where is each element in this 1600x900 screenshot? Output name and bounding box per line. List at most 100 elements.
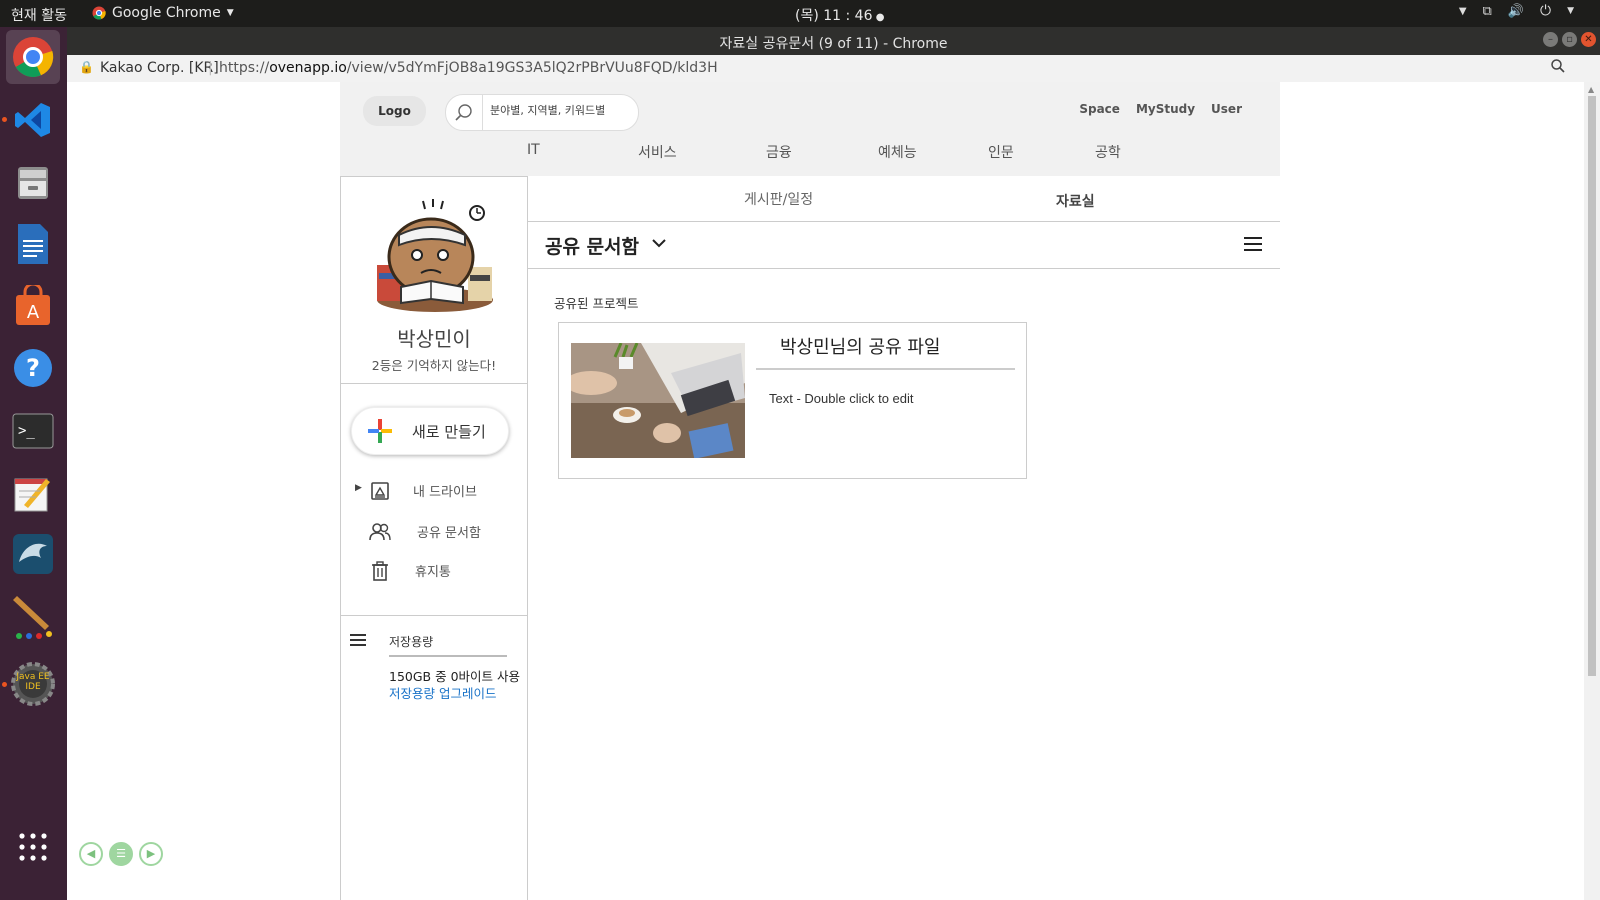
svg-text:>_: >_ bbox=[18, 423, 35, 439]
clock[interactable]: (목) 11 : 46 ● bbox=[795, 5, 884, 25]
dock-chrome[interactable] bbox=[6, 30, 60, 84]
category-finance[interactable]: 금융 bbox=[766, 142, 792, 162]
dropdown-icon[interactable]: ▼ bbox=[1459, 6, 1467, 17]
dock-vscode[interactable] bbox=[6, 93, 60, 147]
page-viewport: Logo Space MyStudy User IT 서비스 금융 예체능 인문… bbox=[67, 82, 1584, 900]
category-service[interactable]: 서비스 bbox=[638, 142, 677, 162]
volume-icon[interactable]: 🔊 bbox=[1508, 4, 1524, 19]
site-logo[interactable]: Logo bbox=[363, 96, 426, 126]
card-divider bbox=[756, 368, 1015, 370]
storage-upgrade-link[interactable]: 저장용량 업그레이드 bbox=[389, 683, 496, 702]
content-tabs: 게시판/일정 자료실 bbox=[527, 177, 1280, 222]
java-ee-label: Java EE bbox=[16, 672, 50, 682]
category-engineering[interactable]: 공학 bbox=[1095, 142, 1121, 162]
file-cabinet-icon bbox=[18, 167, 48, 199]
shared-project-card[interactable]: 박상민님의 공유 파일 Text - Double click to edit bbox=[558, 322, 1027, 479]
dock-writer[interactable] bbox=[6, 217, 60, 271]
category-it[interactable]: IT bbox=[527, 142, 540, 158]
sidebar-item-my-drive[interactable]: ▶ 내 드라이브 bbox=[341, 477, 527, 503]
search-box[interactable] bbox=[445, 94, 639, 131]
lock-icon[interactable]: 🔒 bbox=[79, 60, 94, 74]
profile-name: 박상민이 bbox=[397, 327, 471, 351]
window-titlebar[interactable]: 자료실 공유문서 (9 of 11) - Chrome – ▫ ✕ bbox=[67, 27, 1600, 55]
sidebar: 박상민이 2등은 기억하지 않는다! 새로 만들기 ▶ 내 드라이브 공유 문서… bbox=[340, 176, 528, 900]
apps-grid-icon bbox=[19, 833, 47, 861]
notepad-pencil-icon bbox=[14, 478, 50, 512]
nav-link-space[interactable]: Space bbox=[1079, 102, 1120, 116]
vertical-scrollbar[interactable]: ▲ bbox=[1584, 82, 1600, 900]
url-text[interactable]: https://ovenapp.io/view/v5dYmFjOB8a19GS3… bbox=[219, 60, 718, 76]
expand-arrow-icon[interactable]: ▶ bbox=[355, 483, 362, 493]
card-title[interactable]: 박상민님의 공유 파일 bbox=[780, 333, 940, 359]
terminal-icon: >_ bbox=[12, 413, 54, 449]
zoom-icon[interactable] bbox=[1550, 58, 1566, 78]
chevron-down-icon[interactable] bbox=[651, 236, 667, 250]
scroll-up-arrow-icon[interactable]: ▲ bbox=[1588, 85, 1594, 94]
vscode-icon bbox=[15, 103, 50, 137]
category-arts[interactable]: 예체능 bbox=[878, 142, 917, 162]
dock-software-center[interactable]: A bbox=[6, 279, 60, 333]
office-desk-photo bbox=[571, 343, 745, 458]
tab-archive[interactable]: 자료실 bbox=[1056, 191, 1095, 211]
site-header: Logo Space MyStudy User IT 서비스 금융 예체능 인문… bbox=[340, 82, 1280, 176]
dock-files[interactable] bbox=[6, 155, 60, 209]
profile-message: 2등은 기억하지 않는다! bbox=[371, 358, 497, 373]
dock-paint[interactable] bbox=[6, 591, 60, 645]
power-icon[interactable]: ⏻ bbox=[1540, 3, 1551, 19]
dock-mysql-workbench[interactable] bbox=[6, 527, 60, 581]
sidebar-item-label: 내 드라이브 bbox=[413, 485, 477, 500]
app-menu[interactable]: Google Chrome ▼ bbox=[92, 5, 234, 21]
search-icon[interactable] bbox=[446, 95, 483, 130]
chrome-icon bbox=[13, 37, 54, 77]
dock-text-editor[interactable] bbox=[6, 466, 60, 520]
dolphin-icon bbox=[13, 534, 53, 574]
hamburger-menu-icon[interactable] bbox=[1244, 236, 1262, 252]
show-applications-button[interactable] bbox=[6, 820, 60, 874]
dock-java-ee-ide[interactable]: Java EE IDE bbox=[6, 657, 60, 711]
chevron-down-icon[interactable]: ▼ bbox=[1567, 6, 1574, 16]
chrome-small-icon bbox=[92, 6, 106, 20]
project-thumbnail[interactable] bbox=[571, 343, 745, 458]
previous-page-icon[interactable]: ◀ bbox=[79, 842, 103, 866]
divider bbox=[341, 383, 527, 384]
nav-link-mystudy[interactable]: MyStudy bbox=[1136, 102, 1195, 116]
activities-button[interactable]: 현재 활동 bbox=[11, 5, 67, 25]
storage-usage-bar bbox=[389, 655, 507, 657]
java-ee-label-2: IDE bbox=[25, 682, 41, 692]
plus-icon bbox=[368, 419, 392, 443]
app-menu-label: Google Chrome bbox=[112, 5, 221, 21]
site-owner[interactable]: Kakao Corp. [KR] bbox=[100, 60, 219, 76]
svg-text:A: A bbox=[27, 302, 40, 323]
folder-title[interactable]: 공유 문서함 bbox=[545, 232, 639, 259]
search-input[interactable] bbox=[488, 103, 632, 118]
page-list-icon[interactable]: ☰ bbox=[109, 842, 133, 866]
address-bar[interactable]: 🔒 Kakao Corp. [KR] | https://ovenapp.io/… bbox=[67, 55, 1600, 83]
shopping-bag-icon: A bbox=[16, 285, 50, 325]
new-create-label: 새로 만들기 bbox=[412, 423, 486, 441]
scrollbar-thumb[interactable] bbox=[1588, 96, 1596, 676]
next-page-icon[interactable]: ▶ bbox=[139, 842, 163, 866]
sidebar-item-shared[interactable]: 공유 문서함 bbox=[341, 518, 527, 544]
network-icon[interactable]: ⧉ bbox=[1483, 4, 1492, 19]
dock-terminal[interactable]: >_ bbox=[6, 404, 60, 458]
avatar[interactable] bbox=[373, 195, 497, 313]
new-create-button[interactable]: 새로 만들기 bbox=[351, 407, 509, 455]
minimize-button[interactable]: – bbox=[1543, 32, 1558, 47]
sidebar-item-trash[interactable]: 휴지통 bbox=[341, 557, 527, 583]
folder-header: 공유 문서함 bbox=[527, 222, 1280, 269]
maximize-button[interactable]: ▫ bbox=[1562, 32, 1577, 47]
close-button[interactable]: ✕ bbox=[1581, 32, 1596, 47]
chevron-down-icon: ▼ bbox=[226, 8, 234, 18]
hamburger-menu-icon[interactable] bbox=[350, 633, 366, 647]
launcher-dock: A ? >_ Java EE IDE bbox=[0, 27, 67, 900]
dock-help[interactable]: ? bbox=[6, 341, 60, 395]
storage-title: 저장용량 bbox=[389, 635, 434, 649]
system-tray[interactable]: ▼ ⧉ 🔊 ⏻ ▼ bbox=[1459, 3, 1574, 19]
card-text[interactable]: Text - Double click to edit bbox=[769, 391, 914, 406]
trash-icon bbox=[372, 561, 388, 581]
nav-link-user[interactable]: User bbox=[1211, 102, 1242, 116]
tab-board-schedule[interactable]: 게시판/일정 bbox=[744, 189, 813, 209]
divider bbox=[341, 615, 527, 616]
category-humanities[interactable]: 인문 bbox=[988, 142, 1014, 162]
sidebar-item-label: 공유 문서함 bbox=[417, 526, 481, 541]
